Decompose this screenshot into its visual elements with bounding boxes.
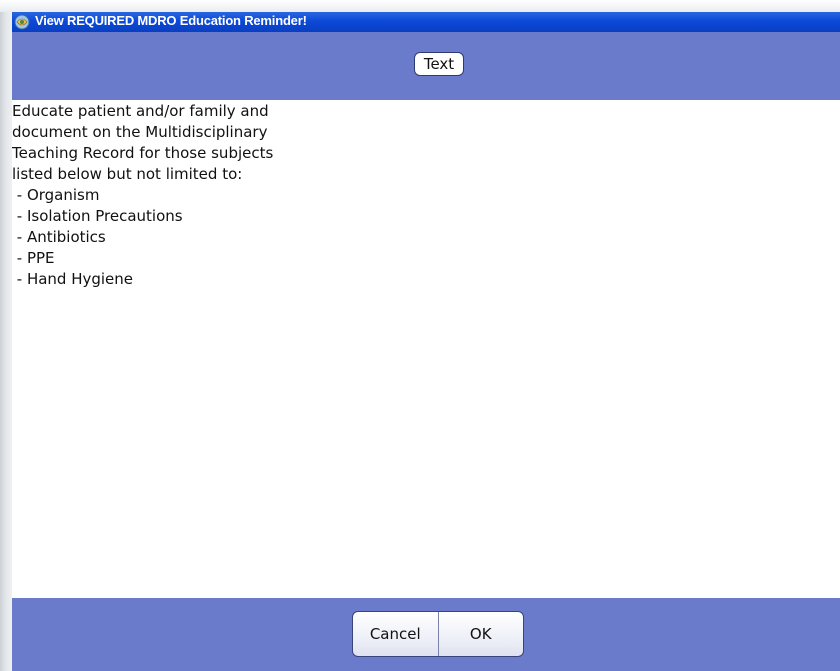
list-item-isolation-precautions: - Isolation Precautions bbox=[12, 207, 183, 225]
content-line: document on the Multidisciplinary bbox=[12, 123, 268, 141]
content-line: listed below but not limited to: bbox=[12, 165, 243, 183]
dialog-button-group: Cancel OK bbox=[352, 611, 524, 657]
app-icon bbox=[14, 14, 30, 30]
content-line: Teaching Record for those subjects bbox=[12, 144, 274, 162]
window-title: View REQUIRED MDRO Education Reminder! bbox=[35, 13, 307, 28]
ok-button[interactable]: OK bbox=[439, 612, 524, 656]
reminder-text: Educate patient and/or family and docume… bbox=[12, 100, 840, 290]
reminder-content: Educate patient and/or family and docume… bbox=[12, 100, 840, 598]
title-bar[interactable]: View REQUIRED MDRO Education Reminder! bbox=[12, 12, 840, 32]
top-strip bbox=[0, 0, 840, 12]
content-line: Educate patient and/or family and bbox=[12, 102, 269, 120]
footer-band: Cancel OK bbox=[12, 598, 840, 671]
list-item-ppe: - PPE bbox=[12, 249, 55, 267]
cancel-button[interactable]: Cancel bbox=[353, 612, 438, 656]
text-tab-button[interactable]: Text bbox=[414, 52, 464, 76]
list-item-organism: - Organism bbox=[12, 186, 100, 204]
list-item-hand-hygiene: - Hand Hygiene bbox=[12, 270, 134, 288]
header-band: Text bbox=[12, 32, 840, 100]
reminder-window: View REQUIRED MDRO Education Reminder! T… bbox=[12, 12, 840, 671]
list-item-antibiotics: - Antibiotics bbox=[12, 228, 106, 246]
